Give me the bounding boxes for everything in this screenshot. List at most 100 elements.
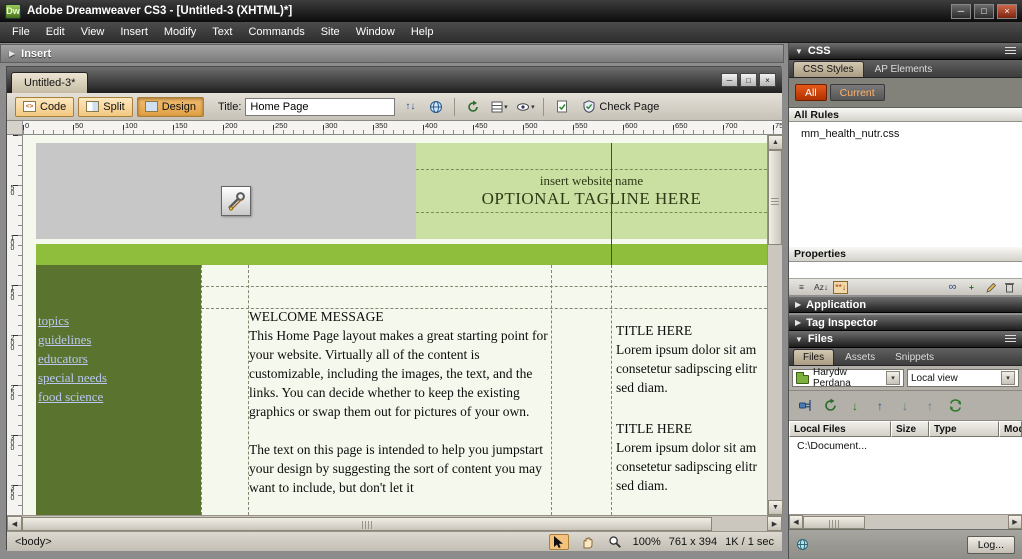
file-management-icon[interactable]: ↑↓ bbox=[399, 97, 421, 117]
css-mode-all-button[interactable]: All bbox=[795, 84, 827, 101]
nav-link[interactable]: topics bbox=[36, 311, 201, 330]
menu-item[interactable]: Text bbox=[204, 23, 240, 41]
welcome-heading[interactable]: WELCOME MESSAGE bbox=[249, 307, 551, 326]
article-body[interactable]: Lorem ipsum dolor sit am consetetur sadi… bbox=[616, 438, 767, 495]
view-select[interactable]: Local view ▾ bbox=[907, 369, 1019, 387]
edit-style-icon[interactable] bbox=[983, 281, 998, 294]
column-header[interactable]: Modified bbox=[999, 421, 1022, 437]
article-block[interactable]: TITLE HERE Lorem ipsum dolor sit am cons… bbox=[616, 321, 767, 397]
check-page-button[interactable]: Check Page bbox=[577, 97, 665, 117]
menu-item[interactable]: Site bbox=[313, 23, 348, 41]
column-header[interactable]: Type bbox=[929, 421, 999, 437]
log-button[interactable]: Log... bbox=[967, 536, 1015, 554]
refresh-icon[interactable] bbox=[821, 397, 839, 415]
maximize-button[interactable]: □ bbox=[974, 4, 994, 19]
css-properties-area[interactable] bbox=[789, 262, 1022, 278]
site-name-block[interactable]: insert website name OPTIONAL TAGLINE HER… bbox=[416, 169, 767, 213]
site-select[interactable]: Harydw Perdana ▾ bbox=[792, 369, 904, 387]
window-size[interactable]: 761 x 394 bbox=[669, 536, 717, 548]
nav-link[interactable]: guidelines bbox=[36, 330, 201, 349]
put-files-icon[interactable]: ↑ bbox=[871, 397, 889, 415]
zoom-tool-icon[interactable] bbox=[605, 534, 625, 550]
column-header[interactable]: Local Files bbox=[789, 421, 891, 437]
dropdown-arrow-icon[interactable]: ▾ bbox=[1001, 371, 1015, 385]
scroll-left-button[interactable]: ◀ bbox=[789, 515, 803, 529]
check-out-files-icon[interactable]: ↓ bbox=[896, 397, 914, 415]
tab-css-styles[interactable]: CSS Styles bbox=[793, 61, 864, 77]
vertical-scroll-thumb[interactable] bbox=[768, 150, 782, 245]
select-tool-icon[interactable] bbox=[549, 534, 569, 550]
site-name-region[interactable]: insert website name OPTIONAL TAGLINE HER… bbox=[416, 143, 767, 239]
scroll-left-button[interactable]: ◀ bbox=[7, 516, 22, 531]
page-title-input[interactable] bbox=[245, 98, 395, 116]
application-panel-header[interactable]: ▶ Application bbox=[789, 297, 1022, 313]
panel-menu-icon[interactable] bbox=[1005, 47, 1016, 55]
css-panel-header[interactable]: ▼ CSS bbox=[789, 43, 1022, 60]
article-body[interactable]: Lorem ipsum dolor sit am consetetur sadi… bbox=[616, 340, 767, 397]
zoom-level[interactable]: 100% bbox=[633, 536, 661, 548]
get-files-icon[interactable]: ↓ bbox=[846, 397, 864, 415]
dropdown-arrow-icon[interactable]: ▾ bbox=[886, 371, 900, 385]
tab-snippets[interactable]: Snippets bbox=[886, 349, 943, 365]
panel-menu-icon[interactable] bbox=[1005, 335, 1016, 343]
design-view-button[interactable]: Design bbox=[137, 97, 204, 117]
welcome-paragraph[interactable]: The text on this page is intended to hel… bbox=[249, 440, 551, 497]
split-view-button[interactable]: Split bbox=[78, 97, 132, 117]
article-block[interactable]: TITLE HERE Lorem ipsum dolor sit am cons… bbox=[616, 419, 767, 495]
image-placeholder-button[interactable] bbox=[221, 186, 251, 216]
check-in-files-icon[interactable]: ↑ bbox=[921, 397, 939, 415]
document-tab[interactable]: Untitled-3* bbox=[11, 72, 88, 93]
column-header[interactable]: Size bbox=[891, 421, 929, 437]
insert-bar[interactable]: ▶ Insert bbox=[0, 44, 784, 63]
nav-sidebar[interactable]: topicsguidelineseducatorsspecial needsfo… bbox=[36, 265, 201, 515]
files-panel-header[interactable]: ▼ Files bbox=[789, 331, 1022, 348]
visual-aids-icon[interactable]: ▾ bbox=[514, 97, 536, 117]
site-name-text[interactable]: insert website name bbox=[416, 173, 767, 188]
validate-markup-icon[interactable] bbox=[551, 97, 573, 117]
scroll-right-button[interactable]: ▶ bbox=[1008, 515, 1022, 529]
new-css-rule-icon[interactable]: + bbox=[964, 281, 979, 294]
header-image-placeholder[interactable] bbox=[36, 143, 416, 239]
menu-item[interactable]: Window bbox=[348, 23, 403, 41]
horizontal-scroll-thumb[interactable] bbox=[22, 517, 712, 531]
minimize-button[interactable]: ─ bbox=[951, 4, 971, 19]
css-mode-current-button[interactable]: Current bbox=[830, 84, 885, 101]
attach-stylesheet-icon[interactable]: ∞ bbox=[945, 281, 960, 294]
menu-item[interactable]: Edit bbox=[38, 23, 73, 41]
doc-minimize-button[interactable]: ─ bbox=[721, 73, 738, 87]
synchronize-icon[interactable] bbox=[946, 397, 964, 415]
nav-link[interactable]: educators bbox=[36, 349, 201, 368]
refresh-design-view-icon[interactable] bbox=[462, 97, 484, 117]
code-view-button[interactable]: <> Code bbox=[15, 97, 74, 117]
delete-css-rule-icon[interactable] bbox=[1002, 281, 1017, 294]
accent-bar[interactable] bbox=[36, 244, 767, 265]
close-button[interactable]: × bbox=[997, 4, 1017, 19]
nav-link[interactable]: special needs bbox=[36, 368, 201, 387]
tag-inspector-panel-header[interactable]: ▶ Tag Inspector bbox=[789, 315, 1022, 331]
menu-item[interactable]: Commands bbox=[240, 23, 312, 41]
menu-item[interactable]: Modify bbox=[156, 23, 204, 41]
menu-item[interactable]: File bbox=[4, 23, 38, 41]
article-title[interactable]: TITLE HERE bbox=[616, 419, 767, 438]
welcome-paragraph[interactable]: This Home Page layout makes a great star… bbox=[249, 326, 551, 421]
vertical-scrollbar[interactable]: ▲ ▼ bbox=[767, 135, 782, 515]
article-title[interactable]: TITLE HERE bbox=[616, 321, 767, 340]
files-scroll-thumb[interactable] bbox=[803, 516, 865, 529]
doc-restore-button[interactable]: □ bbox=[740, 73, 757, 87]
tab-ap-elements[interactable]: AP Elements bbox=[866, 61, 942, 77]
menu-item[interactable]: Insert bbox=[112, 23, 156, 41]
tab-files[interactable]: Files bbox=[793, 349, 834, 365]
file-tree-root[interactable]: C:\Document... bbox=[797, 440, 1022, 452]
preview-in-browser-icon[interactable] bbox=[425, 97, 447, 117]
design-canvas[interactable]: insert website name OPTIONAL TAGLINE HER… bbox=[23, 135, 767, 515]
horizontal-scrollbar[interactable]: ◀ ▶ bbox=[7, 515, 782, 531]
tab-assets[interactable]: Assets bbox=[836, 349, 884, 365]
tag-selector[interactable]: <body> bbox=[15, 536, 52, 548]
show-category-view-icon[interactable]: ≡ bbox=[794, 281, 809, 294]
menu-item[interactable]: Help bbox=[403, 23, 442, 41]
menu-item[interactable]: View bbox=[73, 23, 113, 41]
stylesheet-item[interactable]: mm_health_nutr.css bbox=[801, 128, 1022, 140]
doc-close-button[interactable]: × bbox=[759, 73, 776, 87]
scroll-up-button[interactable]: ▲ bbox=[768, 135, 783, 150]
connect-icon[interactable] bbox=[796, 397, 814, 415]
